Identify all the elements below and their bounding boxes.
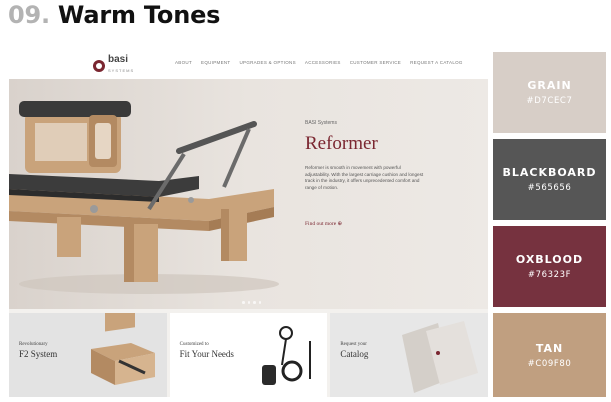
swatch-tan: TAN #C09F80 xyxy=(493,313,606,397)
catalog-booklet-image xyxy=(402,321,479,393)
section-title: Warm Tones xyxy=(57,1,221,29)
accessory-straps-image xyxy=(261,326,311,385)
swatch-hex: #76323F xyxy=(527,270,572,280)
nav-equipment[interactable]: EQUIPMENT xyxy=(201,60,230,65)
hero-description: Reformer is smooth in movement with powe… xyxy=(305,165,424,190)
hero-brand-label: BASI Systems xyxy=(305,120,337,126)
nav-customer-service[interactable]: CUSTOMER SERVICE xyxy=(350,60,401,65)
swatch-name: TAN xyxy=(535,341,564,355)
section-heading: 09. Warm Tones xyxy=(8,0,220,30)
f2-box-image xyxy=(91,313,155,385)
swatch-name: OXBLOOD xyxy=(515,253,584,266)
nav-about[interactable]: ABOUT xyxy=(175,60,192,65)
find-out-more-link[interactable]: Find out more ⊕ xyxy=(305,221,342,227)
website-screenshot: basi SYSTEMS ABOUT EQUIPMENT UPGRADES & … xyxy=(9,46,488,397)
reformer-machine-image xyxy=(9,101,279,294)
swatch-name: BLACKBOARD xyxy=(502,166,597,179)
nav-accessories[interactable]: ACCESSORIES xyxy=(305,60,341,65)
section-number: 09. xyxy=(8,1,50,29)
logo-subtitle: SYSTEMS xyxy=(108,68,135,73)
carousel-dot[interactable] xyxy=(242,301,245,304)
swatch-hex: #565656 xyxy=(527,183,572,193)
logo-mark-icon xyxy=(93,59,105,72)
carousel-dots xyxy=(242,301,261,304)
hero-title: Reformer xyxy=(305,133,378,154)
logo-name: basi xyxy=(108,54,129,65)
swatch-grain: GRAIN #D7CEC7 xyxy=(493,52,606,133)
find-out-more-label: Find out more xyxy=(305,221,337,227)
panel-catalog[interactable]: Request your Catalog xyxy=(330,313,488,397)
site-logo[interactable]: basi SYSTEMS xyxy=(93,55,134,76)
nav-menu: ABOUT EQUIPMENT UPGRADES & OPTIONS ACCES… xyxy=(175,60,463,65)
carousel-dot[interactable] xyxy=(258,301,261,304)
nav-request-catalog[interactable]: REQUEST A CATALOG xyxy=(410,60,463,65)
swatch-oxblood: OXBLOOD #76323F xyxy=(493,226,606,307)
panel-f2-system[interactable]: Revolutionary F2 System xyxy=(9,313,167,397)
swatch-hex: #D7CEC7 xyxy=(526,96,573,106)
hero-banner: BASI Systems Reformer Reformer is smooth… xyxy=(9,79,488,309)
swatch-name: GRAIN xyxy=(527,79,572,92)
nav-upgrades-options[interactable]: UPGRADES & OPTIONS xyxy=(239,60,295,65)
carousel-dot[interactable] xyxy=(253,301,256,304)
panel-fit-your-needs[interactable]: Customized to Fit Your Needs xyxy=(169,313,328,397)
feature-panels: Revolutionary F2 System Customized to Fi… xyxy=(9,313,488,397)
swatch-blackboard: BLACKBOARD #565656 xyxy=(493,139,606,220)
site-navbar: basi SYSTEMS ABOUT EQUIPMENT UPGRADES & … xyxy=(9,46,488,79)
arrow-circle-icon: ⊕ xyxy=(337,221,343,227)
swatch-hex: #C09F80 xyxy=(527,358,572,369)
carousel-dot[interactable] xyxy=(247,301,250,304)
